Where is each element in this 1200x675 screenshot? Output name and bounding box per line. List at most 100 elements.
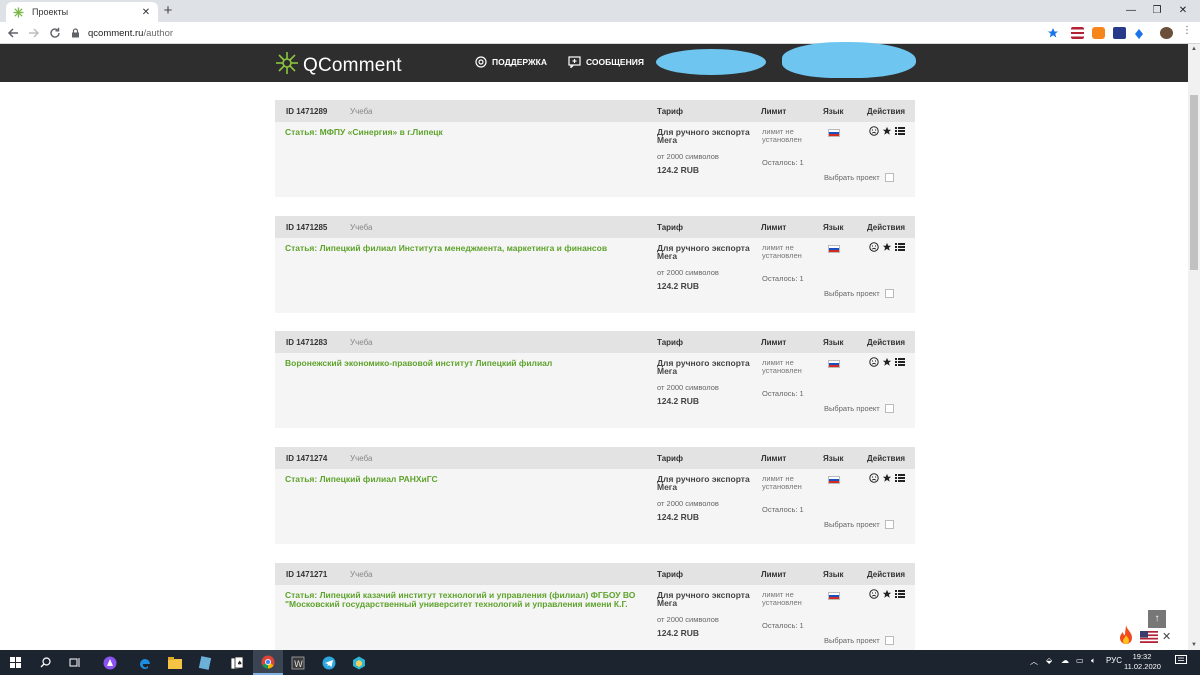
message-icon — [568, 56, 581, 68]
project-price: 124.2 RUB — [657, 396, 700, 406]
translator-extension-icon[interactable] — [1113, 27, 1126, 39]
select-project-checkbox[interactable] — [884, 173, 894, 182]
notification-center-icon[interactable] — [1175, 655, 1187, 668]
list-details-icon[interactable] — [895, 473, 905, 483]
url-host: qcomment.ru — [88, 27, 144, 39]
menu-dots-icon[interactable]: ⋮ — [1182, 25, 1192, 36]
url-path: /author — [143, 27, 174, 39]
project-tariff: Для ручного экспорта Мега — [657, 243, 750, 261]
russian-flag-icon — [828, 360, 840, 368]
file-explorer-icon[interactable] — [160, 650, 190, 675]
reload-icon[interactable] — [46, 24, 64, 42]
frown-face-icon[interactable] — [869, 126, 879, 136]
forward-arrow-icon[interactable] — [25, 24, 43, 42]
scroll-down-arrow-icon[interactable]: ▼ — [1188, 640, 1200, 650]
russian-flag-icon — [828, 245, 840, 253]
widget-close-icon[interactable]: ✕ — [1162, 630, 1171, 643]
show-hidden-icons-icon[interactable]: ︿ — [1030, 656, 1038, 667]
telegram-icon[interactable] — [314, 650, 344, 675]
col-header-lang: Язык — [823, 107, 844, 116]
project-price: 124.2 RUB — [657, 281, 700, 291]
project-card: ID 1471283 Учеба Тариф Лимит Язык Действ… — [275, 331, 915, 428]
fire-icon[interactable] — [1116, 624, 1136, 646]
scroll-to-top-button[interactable]: ↑ — [1148, 610, 1166, 628]
solitaire-cards-icon[interactable]: ♠ — [222, 650, 252, 675]
project-remaining: Осталось: 1 — [762, 389, 804, 398]
nav-support[interactable]: ПОДДЕРЖКА — [475, 56, 547, 68]
col-header-limit: Лимит — [761, 570, 787, 579]
site-logo[interactable]: QComment — [275, 51, 402, 80]
notes-app-icon[interactable] — [190, 650, 220, 675]
russian-flag-icon — [828, 476, 840, 484]
project-card-header: ID 1471271 Учеба Тариф Лимит Язык Действ… — [275, 563, 915, 585]
select-project: Выбрать проект — [824, 636, 894, 645]
project-limit: лимит не установлен — [762, 474, 802, 491]
favorite-star-icon[interactable] — [882, 357, 892, 367]
nav-messages[interactable]: СООБЩЕНИЯ — [568, 56, 644, 68]
bookmark-star-icon[interactable] — [1047, 26, 1059, 44]
project-title-link[interactable]: Воронежский экономико-правовой институт … — [285, 359, 645, 368]
chrome-browser-icon[interactable] — [253, 650, 283, 675]
task-view-icon[interactable] — [60, 650, 90, 675]
volume-icon[interactable]: 🔈︎ — [1091, 656, 1096, 666]
network-icon[interactable]: ▭ — [1076, 656, 1084, 665]
alice-assistant-icon[interactable] — [95, 650, 125, 675]
project-title-link[interactable]: Статья: Липецкий филиал Института менедж… — [285, 244, 645, 253]
project-id: ID 1471283 — [286, 338, 328, 347]
favorite-star-icon[interactable] — [882, 242, 892, 252]
us-flag-extension-icon[interactable] — [1071, 27, 1084, 39]
browser-toolbar: qcomment.ru/author ⋮ — [0, 22, 1200, 44]
select-project-checkbox[interactable] — [884, 289, 894, 298]
frown-face-icon[interactable] — [869, 357, 879, 367]
project-title-link[interactable]: Статья: Липецкий филиал РАНХиГС — [285, 475, 645, 484]
windows-taskbar: ♠ W ︿ ⬙ ☁ ▭ 🔈︎ РУС 19:32 11.02.2020 — [0, 650, 1200, 675]
profile-avatar[interactable] — [1160, 27, 1173, 39]
us-flag-icon[interactable] — [1140, 630, 1158, 643]
frown-face-icon[interactable] — [869, 242, 879, 252]
tab-close-icon[interactable]: ✕ — [140, 7, 152, 18]
project-id: ID 1471274 — [286, 454, 328, 463]
select-project-checkbox[interactable] — [884, 636, 894, 645]
taskbar-clock[interactable]: 19:32 11.02.2020 — [1124, 652, 1161, 672]
list-details-icon[interactable] — [895, 126, 905, 136]
project-card: ID 1471271 Учеба Тариф Лимит Язык Действ… — [275, 563, 915, 660]
game-launcher-icon[interactable] — [344, 650, 374, 675]
favorite-star-icon[interactable] — [882, 126, 892, 136]
close-window-button[interactable]: ✕ — [1166, 0, 1200, 20]
select-project-checkbox[interactable] — [884, 520, 894, 529]
input-language[interactable]: РУС — [1106, 656, 1122, 665]
diamond-extension-icon[interactable] — [1133, 27, 1146, 39]
frown-face-icon[interactable] — [869, 589, 879, 599]
dropbox-tray-icon[interactable]: ⬙ — [1046, 656, 1052, 665]
search-icon[interactable] — [30, 650, 60, 675]
project-title-link[interactable]: Статья: Липецкий казачий институт технол… — [285, 591, 645, 609]
windows-start-icon[interactable] — [0, 650, 30, 675]
favorite-star-icon[interactable] — [882, 589, 892, 599]
list-details-icon[interactable] — [895, 357, 905, 367]
project-card-header: ID 1471283 Учеба Тариф Лимит Язык Действ… — [275, 331, 915, 353]
frown-face-icon[interactable] — [869, 473, 879, 483]
new-tab-button[interactable]: + — [160, 3, 176, 19]
project-card-header: ID 1471274 Учеба Тариф Лимит Язык Действ… — [275, 447, 915, 469]
list-details-icon[interactable] — [895, 589, 905, 599]
favorite-star-icon[interactable] — [882, 473, 892, 483]
col-header-actions: Действия — [867, 223, 906, 232]
onedrive-cloud-icon[interactable]: ☁ — [1061, 656, 1069, 665]
col-header-lang: Язык — [823, 454, 844, 463]
russian-flag-icon — [828, 129, 840, 137]
project-card: ID 1471274 Учеба Тариф Лимит Язык Действ… — [275, 447, 915, 544]
scroll-up-arrow-icon[interactable]: ▲ — [1188, 44, 1200, 54]
select-project-checkbox[interactable] — [884, 404, 894, 413]
project-category: Учеба — [350, 223, 373, 232]
metamask-extension-icon[interactable] — [1092, 27, 1105, 39]
edge-browser-icon[interactable] — [130, 650, 160, 675]
world-of-tanks-icon[interactable]: W — [283, 650, 313, 675]
list-details-icon[interactable] — [895, 242, 905, 252]
scrollbar-thumb[interactable] — [1190, 95, 1198, 270]
address-bar[interactable]: qcomment.ru/author — [68, 24, 1068, 42]
col-header-actions: Действия — [867, 454, 906, 463]
col-header-actions: Действия — [867, 338, 906, 347]
back-arrow-icon[interactable] — [4, 24, 22, 42]
project-title-link[interactable]: Статья: МФПУ «Синергия» в г.Липецк — [285, 128, 645, 137]
browser-tab[interactable]: Проекты ✕ — [6, 2, 158, 22]
